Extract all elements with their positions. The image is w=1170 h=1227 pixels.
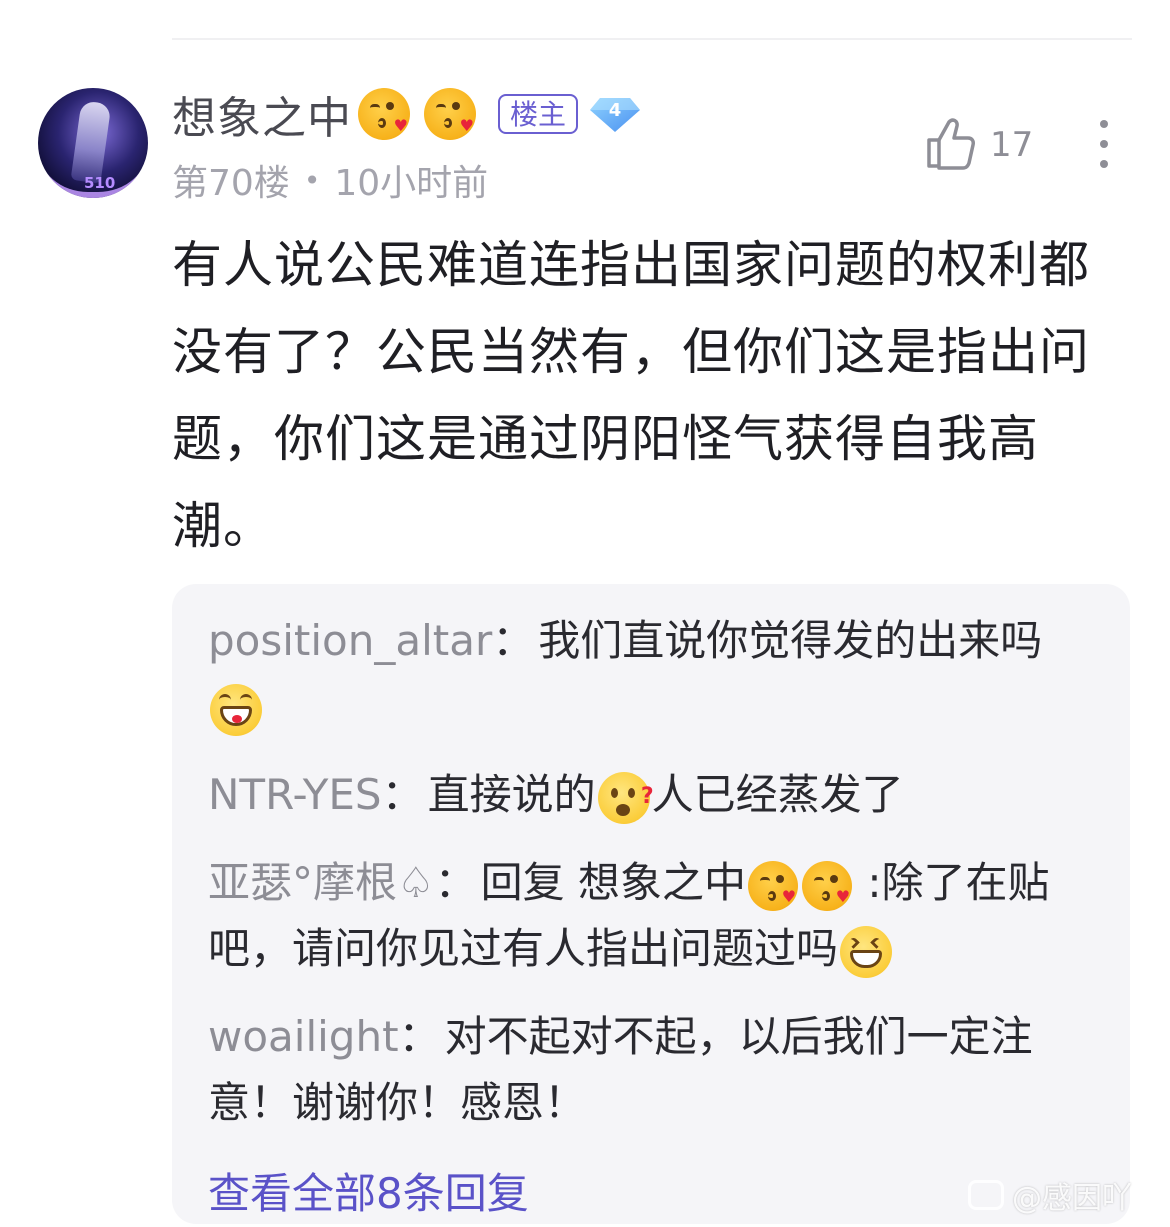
reply-text: 直接说的 (427, 770, 596, 819)
reply-author[interactable]: position_altar (208, 616, 492, 665)
reply-item[interactable]: position_altar：我们直说你觉得发的出来吗 (208, 608, 1094, 740)
reply-colon: ： (434, 858, 477, 907)
reply-text: 回复 想象之中 (480, 858, 747, 907)
reply-colon: ： (492, 616, 535, 665)
post-meta: 第70楼 • 10小时前 (172, 154, 488, 206)
like-button[interactable]: 17 (924, 116, 1033, 174)
reply-author[interactable]: NTR-YES (208, 770, 382, 819)
meta-separator: • (303, 163, 321, 197)
reply-author[interactable]: woailight (208, 1012, 399, 1061)
username-row: 想象之中 ♥ ♥ 楼主 4 (172, 82, 642, 146)
reply-text-after: 人已经蒸发了 (651, 770, 904, 819)
kiss-face-emoji: ♥ (358, 88, 410, 140)
avatar-level-text: 510 (84, 174, 116, 192)
more-options-button[interactable] (1086, 116, 1122, 172)
host-badge: 楼主 (498, 94, 579, 134)
reply-list: position_altar：我们直说你觉得发的出来吗 NTR-YES：直接说的… (172, 584, 1130, 1224)
user-level: 4 (608, 100, 622, 121)
more-dot-icon (1100, 160, 1108, 168)
watermark: @感因吖 (968, 1173, 1132, 1217)
reply-author[interactable]: 亚瑟°摩根♤ (208, 858, 435, 907)
reply-text: 我们直说你觉得发的出来吗 (538, 616, 1043, 665)
username[interactable]: 想象之中 (172, 82, 352, 146)
like-count: 17 (990, 125, 1034, 165)
divider (172, 38, 1132, 40)
thinking-emoji: ? (597, 771, 654, 824)
floor-number: 第70楼 (172, 163, 290, 204)
reply-item[interactable]: 亚瑟°摩根♤：回复 想象之中 ♥ ♥ :除了在贴吧，请问你见过有人指出问题过吗 (208, 850, 1094, 982)
reply-colon: ： (398, 1012, 441, 1061)
grin-emoji (210, 683, 262, 736)
more-dot-icon (1100, 120, 1108, 128)
watermark-text: @感因吖 (1012, 1181, 1132, 1216)
avatar[interactable]: 510 (38, 88, 148, 198)
reply-item[interactable]: woailight：对不起对不起，以后我们一定注意！谢谢你！感恩！ (208, 1004, 1094, 1136)
post-time: 10小时前 (334, 163, 489, 204)
post-content: 有人说公民难道连指出国家问题的权利都没有了？公民当然有，但你们这是指出问题，你们… (172, 236, 1090, 555)
view-all-replies-link[interactable]: 查看全部8条回复 (208, 1160, 529, 1221)
watermark-logo-icon (968, 1180, 1004, 1210)
kiss-face-emoji: ♥ (748, 860, 799, 911)
laughing-emoji (840, 925, 893, 978)
thumbs-up-icon[interactable] (924, 116, 976, 174)
post-page: 510 想象之中 ♥ ♥ 楼主 4 第70楼 • 10小时前 17 有人说公民难… (0, 0, 1170, 1227)
kiss-face-emoji: ♥ (424, 88, 476, 140)
reply-colon: ： (381, 770, 424, 819)
more-dot-icon (1100, 140, 1108, 148)
reply-item[interactable]: NTR-YES：直接说的? 人已经蒸发了 (208, 762, 1094, 828)
level-gem-icon: 4 (588, 94, 642, 134)
kiss-face-emoji: ♥ (802, 860, 853, 911)
